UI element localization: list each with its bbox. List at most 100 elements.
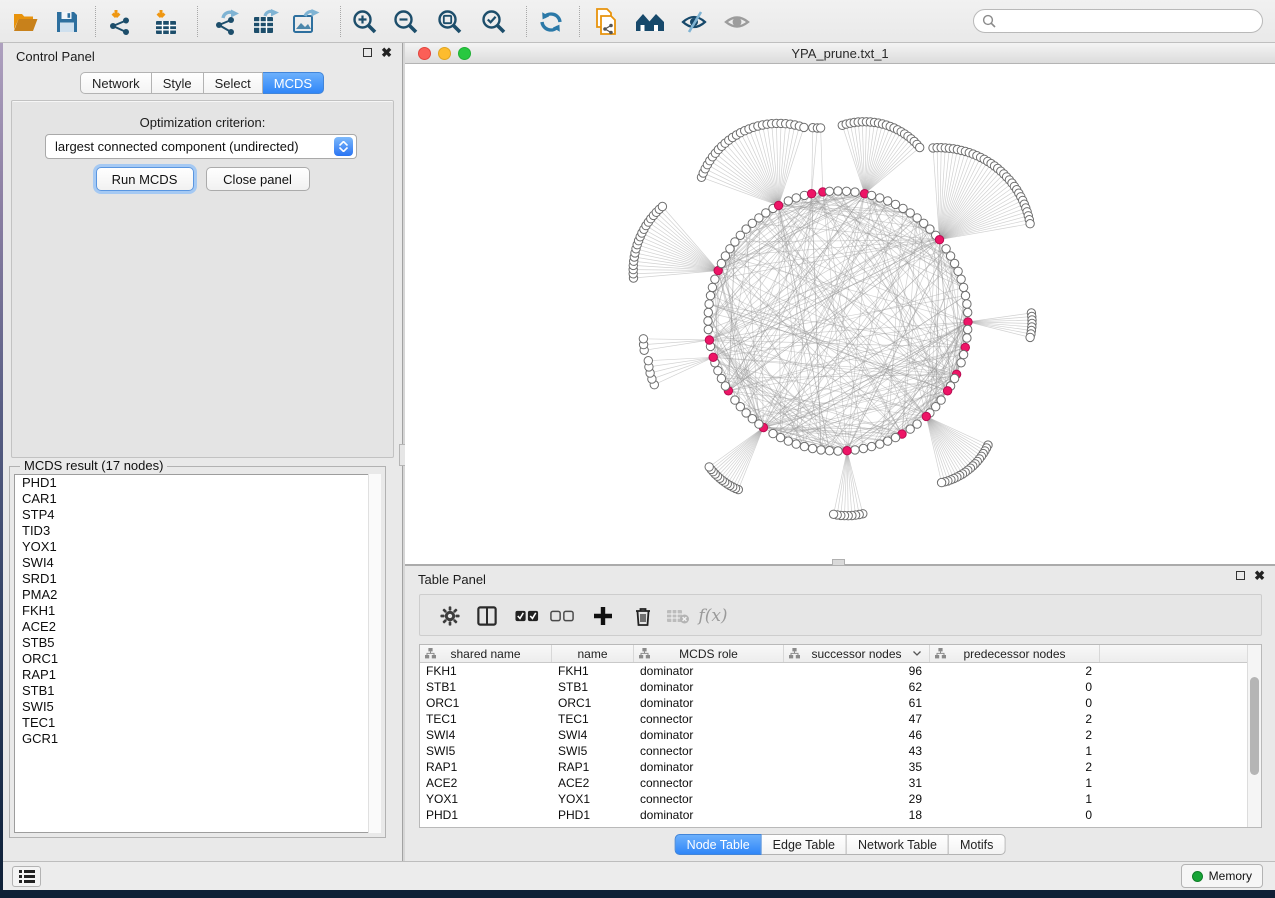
column-header-predecessor-nodes[interactable]: predecessor nodes	[930, 645, 1100, 662]
export-image-icon[interactable]	[291, 7, 321, 37]
mcds-result-item[interactable]: FKH1	[15, 603, 380, 619]
mcds-result-scrollbar[interactable]	[368, 474, 381, 833]
horizontal-splitter-handle[interactable]	[832, 559, 845, 566]
mcds-result-item[interactable]: TID3	[15, 523, 380, 539]
clone-network-icon[interactable]	[591, 7, 621, 37]
tab-motifs[interactable]: Motifs	[949, 834, 1005, 855]
table-row[interactable]: SWI4SWI4dominator462	[420, 727, 1261, 743]
tab-mcds[interactable]: MCDS	[263, 72, 324, 94]
table-row[interactable]: ORC1ORC1dominator610	[420, 695, 1261, 711]
table-row[interactable]: PHD1PHD1dominator180	[420, 807, 1261, 823]
mcds-result-list[interactable]: PHD1CAR1STP4TID3YOX1SWI4SRD1PMA2FKH1ACE2…	[14, 474, 381, 833]
mcds-result-item[interactable]: CAR1	[15, 491, 380, 507]
criterion-dropdown[interactable]: largest connected component (undirected)	[45, 134, 357, 159]
table-row[interactable]: ACE2ACE2connector311	[420, 775, 1261, 791]
control-panel: Control Panel ✖ NetworkStyleSelectMCDS O…	[3, 43, 402, 862]
cell-name: YOX1	[552, 791, 634, 807]
table-toolbar: f(x)	[419, 594, 1262, 636]
go-home-icon[interactable]	[635, 7, 665, 37]
cell-successor-nodes: 31	[784, 775, 930, 791]
cell-MCDS-role: connector	[634, 743, 784, 759]
task-history-button[interactable]	[12, 866, 41, 887]
column-header-filler	[1100, 645, 1261, 662]
close-panel-icon[interactable]: ✖	[1254, 571, 1265, 580]
cell-name: SWI5	[552, 743, 634, 759]
tab-edge-table[interactable]: Edge Table	[762, 834, 847, 855]
network-canvas[interactable]	[405, 64, 1275, 564]
save-icon[interactable]	[52, 7, 82, 37]
float-panel-icon[interactable]	[363, 48, 372, 57]
select-all-icon[interactable]	[515, 604, 539, 628]
zoom-fit-icon[interactable]	[435, 7, 465, 37]
mcds-result-item[interactable]: STB1	[15, 683, 380, 699]
hide-icon[interactable]	[679, 7, 709, 37]
memory-button[interactable]: Memory	[1181, 864, 1263, 888]
import-network-icon[interactable]	[107, 7, 137, 37]
export-network-icon[interactable]	[213, 7, 243, 37]
table-scrollbar[interactable]	[1247, 645, 1261, 827]
show-columns-icon[interactable]	[475, 604, 499, 628]
column-header-shared-name[interactable]: shared name	[420, 645, 552, 662]
export-table-icon[interactable]	[251, 7, 281, 37]
cell-shared-name: RAP1	[420, 759, 552, 775]
column-header-successor-nodes[interactable]: successor nodes	[784, 645, 930, 662]
cell-MCDS-role: dominator	[634, 695, 784, 711]
mcds-result-item[interactable]: PMA2	[15, 587, 380, 603]
mcds-result-item[interactable]: ORC1	[15, 651, 380, 667]
memory-label: Memory	[1209, 869, 1252, 883]
tab-network-table[interactable]: Network Table	[847, 834, 949, 855]
tab-network[interactable]: Network	[80, 72, 152, 94]
mcds-result-item[interactable]: SWI4	[15, 555, 380, 571]
table-row[interactable]: SWI5SWI5connector431	[420, 743, 1261, 759]
column-header-name[interactable]: name	[552, 645, 634, 662]
optimization-criterion-label: Optimization criterion:	[12, 115, 393, 130]
deselect-all-icon[interactable]	[550, 604, 574, 628]
cell-predecessor-nodes: 0	[930, 695, 1100, 711]
cell-predecessor-nodes: 2	[930, 711, 1100, 727]
main-toolbar	[0, 0, 1275, 43]
zoom-out-icon[interactable]	[391, 7, 421, 37]
close-panel-button[interactable]: Close panel	[206, 167, 310, 191]
node-table[interactable]: shared namenameMCDS rolesuccessor nodesp…	[419, 644, 1262, 828]
zoom-in-icon[interactable]	[350, 7, 380, 37]
table-row[interactable]: STB1STB1dominator620	[420, 679, 1261, 695]
zoom-selected-icon[interactable]	[479, 7, 509, 37]
cell-MCDS-role: dominator	[634, 807, 784, 823]
tab-style[interactable]: Style	[152, 72, 204, 94]
mcds-result-item[interactable]: GCR1	[15, 731, 380, 747]
table-row[interactable]: FKH1FKH1dominator962	[420, 663, 1261, 679]
mcds-result-item[interactable]: YOX1	[15, 539, 380, 555]
table-row[interactable]: YOX1YOX1connector291	[420, 791, 1261, 807]
mcds-result-item[interactable]: PHD1	[15, 475, 380, 491]
cell-name: ACE2	[552, 775, 634, 791]
mcds-result-item[interactable]: RAP1	[15, 667, 380, 683]
tab-node-table[interactable]: Node Table	[675, 834, 762, 855]
mcds-result-item[interactable]: SWI5	[15, 699, 380, 715]
search-input[interactable]	[1001, 13, 1262, 29]
settings-gear-icon[interactable]	[438, 604, 462, 628]
cell-name: STB1	[552, 679, 634, 695]
mcds-result-item[interactable]: TEC1	[15, 715, 380, 731]
table-scrollbar-thumb[interactable]	[1250, 677, 1259, 775]
control-panel-title: Control Panel	[16, 49, 95, 64]
cell-predecessor-nodes: 2	[930, 663, 1100, 679]
refresh-icon[interactable]	[536, 7, 566, 37]
add-icon[interactable]	[591, 604, 615, 628]
column-header-MCDS-role[interactable]: MCDS role	[634, 645, 784, 662]
delete-icon[interactable]	[631, 604, 655, 628]
table-row[interactable]: TEC1TEC1connector472	[420, 711, 1261, 727]
mcds-result-item[interactable]: ACE2	[15, 619, 380, 635]
mcds-result-item[interactable]: STP4	[15, 507, 380, 523]
show-icon[interactable]	[722, 7, 752, 37]
close-panel-icon[interactable]: ✖	[381, 48, 392, 57]
open-folder-icon[interactable]	[10, 7, 40, 37]
fx-label: f(x)	[698, 606, 727, 626]
mcds-result-item[interactable]: SRD1	[15, 571, 380, 587]
run-mcds-button[interactable]: Run MCDS	[96, 167, 194, 191]
import-table-icon[interactable]	[151, 7, 181, 37]
float-panel-icon[interactable]	[1236, 571, 1245, 580]
mcds-result-item[interactable]: STB5	[15, 635, 380, 651]
table-row[interactable]: RAP1RAP1dominator352	[420, 759, 1261, 775]
search-box[interactable]	[973, 9, 1263, 33]
tab-select[interactable]: Select	[204, 72, 263, 94]
